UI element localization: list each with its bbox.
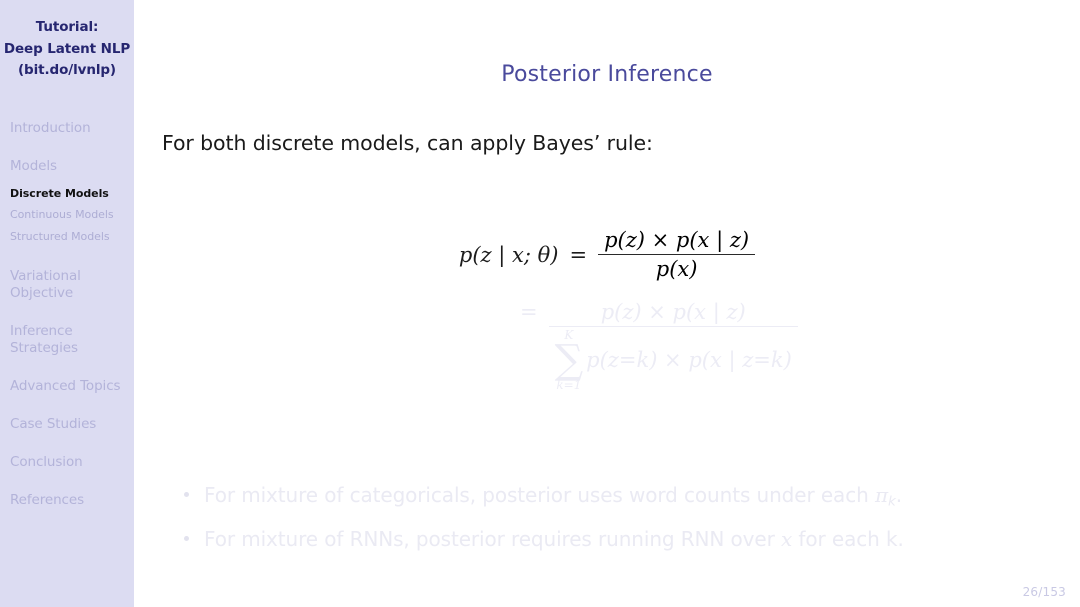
- equation-bayes-rule-expanded: = p(z) × p(x | z) K ∑ k=1 p(z=k) × p(x |…: [134, 300, 1080, 391]
- sidebar-item-models[interactable]: Models: [10, 158, 134, 175]
- equation-2-summand: p(z=k) × p(x | z=k): [586, 348, 792, 372]
- sidebar-item-conclusion[interactable]: Conclusion: [10, 454, 134, 471]
- slide-content: Posterior Inference For both discrete mo…: [134, 0, 1080, 607]
- equation-1-denominator: p(x): [655, 257, 698, 281]
- bullet-list: For mixture of categoricals, posterior u…: [184, 483, 1074, 569]
- sidebar-item-inference-strategies-label-2: Strategies: [10, 340, 78, 356]
- sidebar-item-variational-objective[interactable]: Variational Objective: [10, 268, 134, 302]
- sidebar-item-inference-strategies-label-1: Inference: [10, 323, 73, 339]
- bullet-dot-icon: [184, 492, 189, 497]
- sidebar-item-advanced-topics-label: Advanced Topics: [10, 378, 121, 394]
- bullet-2-text-after: for each k.: [792, 527, 904, 552]
- bullet-mixture-rnns-text: For mixture of RNNs, posterior requires …: [204, 527, 904, 551]
- bullet-1-text-after: .: [895, 483, 903, 507]
- sidebar-title-line-2: Deep Latent NLP: [3, 40, 131, 57]
- sidebar-item-references[interactable]: References: [10, 492, 134, 509]
- presentation-slide: Tutorial: Deep Latent NLP (bit.do/lvnlp)…: [0, 0, 1080, 607]
- equation-2-relation: =: [520, 300, 538, 324]
- equation-2-fraction: p(z) × p(x | z) K ∑ k=1 p(z=k) × p(x | z…: [548, 300, 798, 391]
- equation-1-lhs: p(z | x; θ): [458, 242, 559, 267]
- equation-1-relation: =: [569, 242, 588, 267]
- sidebar-title-line-3: (bit.do/lvnlp): [17, 62, 116, 78]
- page-number: 26/153: [1022, 585, 1066, 599]
- bullet-mixture-rnns: For mixture of RNNs, posterior requires …: [184, 527, 1074, 551]
- equation-2-denominator-row: K ∑ k=1 p(z=k) × p(x | z=k): [555, 329, 792, 391]
- sidebar-item-case-studies[interactable]: Case Studies: [10, 416, 134, 433]
- sidebar-item-models-label: Models: [10, 157, 57, 174]
- equation-bayes-rule: p(z | x; θ) = p(z) × p(x | z) p(x): [134, 228, 1080, 281]
- sidebar-subsection-list: Discrete Models Continuous Models Struct…: [10, 183, 134, 248]
- summation-lower-limit: k=1: [556, 378, 582, 392]
- sidebar-item-structured-models[interactable]: Structured Models: [10, 226, 134, 248]
- sidebar-item-advanced-topics[interactable]: Advanced Topics: [10, 378, 134, 395]
- equation-1-fraction: p(z) × p(x | z) p(x): [598, 228, 756, 281]
- sidebar-item-variational-objective-label-2: Objective: [10, 285, 74, 301]
- page-title: Posterior Inference: [501, 62, 713, 87]
- bullet-mixture-categoricals: For mixture of categoricals, posterior u…: [184, 483, 1074, 509]
- equation-1-numerator: p(z) × p(x | z): [604, 228, 750, 252]
- sidebar-item-introduction[interactable]: Introduction: [10, 120, 134, 137]
- sidebar-item-references-label: References: [10, 492, 85, 508]
- equation-2-denominator: K ∑ k=1 p(z=k) × p(x | z=k): [549, 327, 798, 391]
- sidebar-item-conclusion-label: Conclusion: [10, 454, 83, 470]
- sidebar-nav-list: Introduction Models Discrete Models Cont…: [0, 120, 134, 510]
- summation-sigma-icon: ∑: [554, 337, 584, 383]
- sidebar-title: Tutorial: Deep Latent NLP (bit.do/lvnlp): [0, 0, 134, 82]
- equation-2-numerator: p(z) × p(x | z): [600, 300, 746, 324]
- sidebar-item-case-studies-label: Case Studies: [10, 416, 97, 432]
- bullet-1-symbol: π: [874, 483, 888, 507]
- sidebar-title-line-1: Tutorial:: [35, 19, 99, 35]
- sidebar-navigation: Tutorial: Deep Latent NLP (bit.do/lvnlp)…: [0, 0, 134, 607]
- sidebar-item-introduction-label: Introduction: [10, 119, 91, 136]
- sidebar-item-inference-strategies[interactable]: Inference Strategies: [10, 323, 134, 357]
- bullet-2-text-before: For mixture of RNNs, posterior requires …: [204, 527, 781, 552]
- sidebar-item-continuous-models[interactable]: Continuous Models: [10, 204, 134, 226]
- bullet-2-symbol: x: [780, 527, 793, 552]
- lead-paragraph: For both discrete models, can apply Baye…: [162, 131, 653, 155]
- bullet-1-text-before: For mixture of categoricals, posterior u…: [204, 483, 875, 507]
- bullet-dot-icon: [184, 536, 189, 542]
- sidebar-item-variational-objective-label-1: Variational: [10, 268, 81, 284]
- sidebar-item-discrete-models[interactable]: Discrete Models: [10, 183, 134, 205]
- summation-operator: K ∑ k=1: [555, 329, 584, 391]
- bullet-mixture-categoricals-text: For mixture of categoricals, posterior u…: [204, 483, 902, 509]
- bullet-1-symbol-subscript: k: [888, 493, 896, 510]
